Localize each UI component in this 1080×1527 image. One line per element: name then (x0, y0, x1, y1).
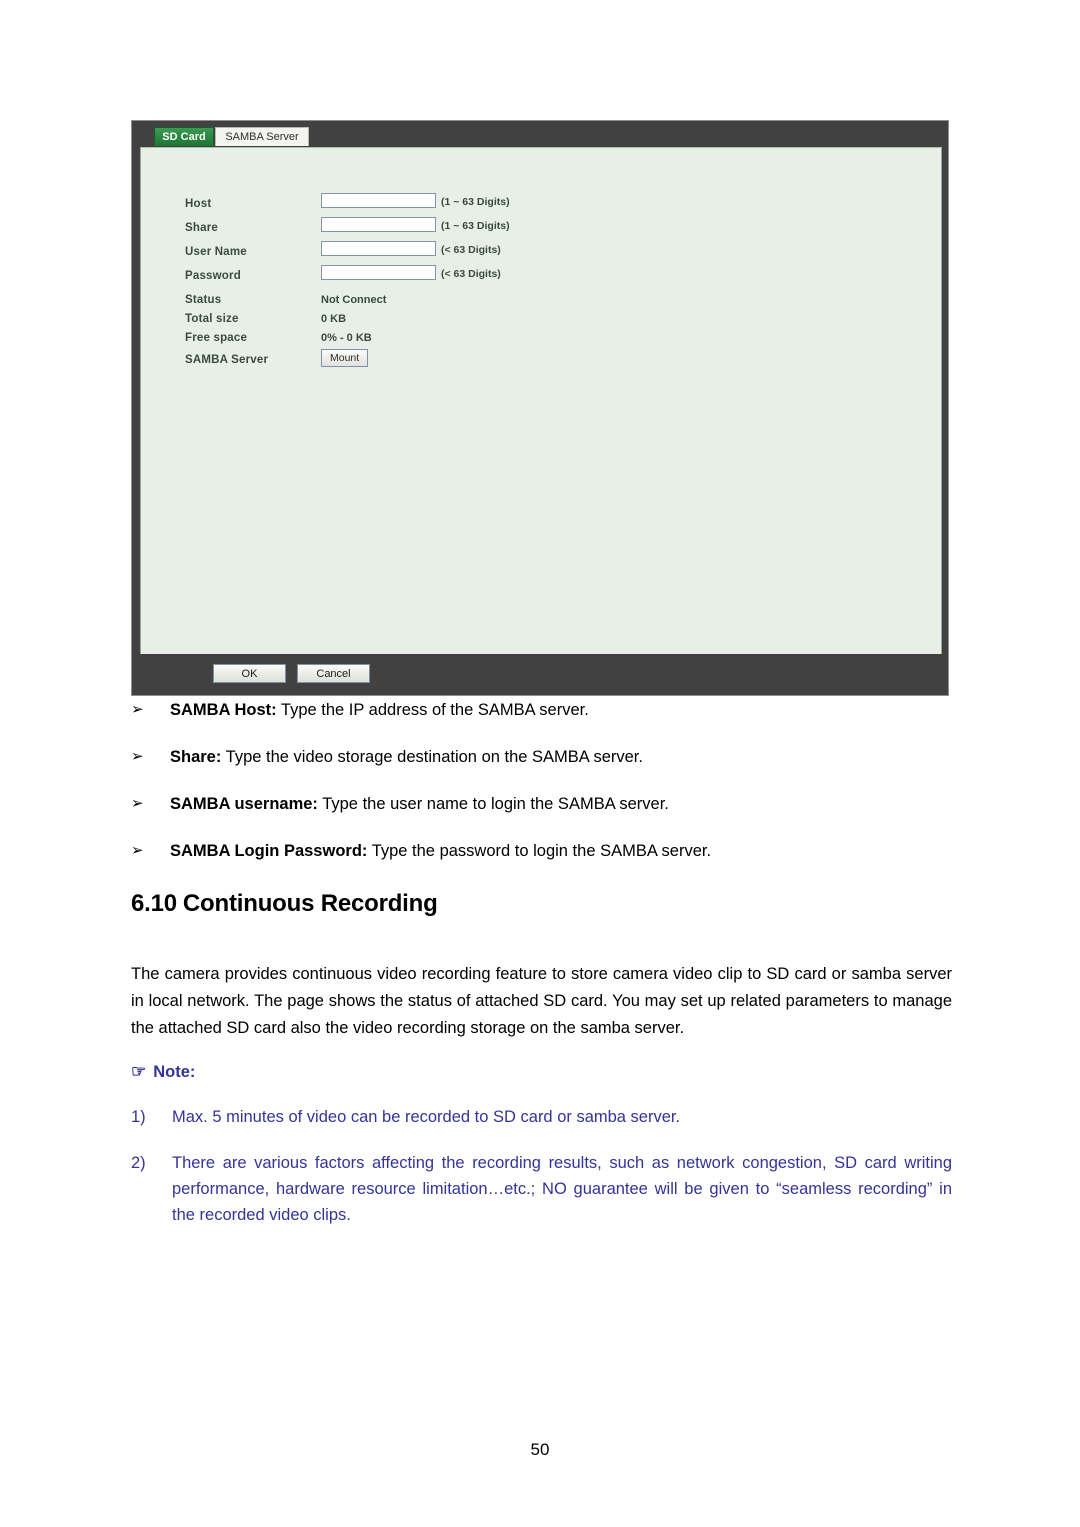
share-input[interactable] (321, 217, 436, 232)
samba-field-description-list: ➢ SAMBA Host: Type the IP address of the… (131, 700, 951, 888)
arrow-bullet-icon: ➢ (131, 701, 144, 718)
tab-bar: SD Card SAMBA Server (132, 121, 948, 147)
list-item-term: SAMBA Host: (170, 701, 277, 719)
body-paragraph: The camera provides continuous video rec… (131, 964, 952, 1037)
list-item-text: Type the user name to login the SAMBA se… (317, 795, 669, 813)
cancel-button[interactable]: Cancel (297, 664, 370, 683)
tab-sd-card[interactable]: SD Card (154, 127, 214, 146)
list-item: ➢ Share: Type the video storage destinat… (131, 747, 951, 767)
label-free-space: Free space (185, 332, 248, 344)
host-input[interactable] (321, 193, 436, 208)
tab-samba-server[interactable]: SAMBA Server (215, 127, 309, 146)
arrow-bullet-icon: ➢ (131, 842, 144, 859)
note-marker: 1) (131, 1108, 146, 1126)
user-name-input[interactable] (321, 241, 436, 256)
list-item-text: Type the IP address of the SAMBA server. (276, 701, 589, 719)
form-row-host: Host (1 ~ 63 Digits) (185, 193, 605, 219)
note-text: There are various factors affecting the … (172, 1154, 952, 1224)
hint-user-name: (< 63 Digits) (441, 244, 501, 256)
list-item: ➢ SAMBA Login Password: Type the passwor… (131, 841, 951, 861)
note-marker: 2) (131, 1154, 146, 1172)
ok-button[interactable]: OK (213, 664, 286, 683)
samba-settings-form: Host (1 ~ 63 Digits) Share (1 ~ 63 Digit… (185, 193, 605, 375)
form-row-share: Share (1 ~ 63 Digits) (185, 217, 605, 243)
note-text: Max. 5 minutes of video can be recorded … (172, 1108, 681, 1126)
label-password: Password (185, 270, 241, 282)
label-host: Host (185, 198, 212, 210)
section-title: Continuous Recording (182, 890, 438, 917)
settings-panel: Host (1 ~ 63 Digits) Share (1 ~ 63 Digit… (140, 147, 942, 656)
form-row-status: Status Not Connect (185, 291, 605, 310)
form-row-password: Password (< 63 Digits) (185, 265, 605, 291)
section-number: 6.10 (131, 890, 177, 917)
label-share: Share (185, 222, 218, 234)
hint-share: (1 ~ 63 Digits) (441, 220, 510, 232)
list-item-text: Type the video storage destination on th… (221, 748, 643, 766)
list-item: ➢ SAMBA username: Type the user name to … (131, 794, 951, 814)
list-item-term: SAMBA username: (170, 795, 318, 813)
form-row-total-size: Total size 0 KB (185, 310, 605, 329)
form-row-free-space: Free space 0% - 0 KB (185, 329, 605, 348)
form-row-user-name: User Name (< 63 Digits) (185, 241, 605, 267)
label-samba-server: SAMBA Server (185, 354, 269, 366)
dialog-footer: OK Cancel (132, 654, 948, 695)
list-item: ➢ SAMBA Host: Type the IP address of the… (131, 700, 951, 720)
section-heading: 6.10 Continuous Recording (131, 890, 438, 918)
pointing-hand-icon: ☞ (131, 1062, 147, 1081)
form-row-samba-server: SAMBA Server Mount (185, 349, 605, 375)
note-title: Note: (153, 1063, 196, 1081)
label-status: Status (185, 294, 222, 306)
camera-web-ui-screenshot: SD Card SAMBA Server Host (1 ~ 63 Digits… (131, 120, 949, 696)
arrow-bullet-icon: ➢ (131, 795, 144, 812)
status-value: Not Connect (321, 294, 387, 306)
label-user-name: User Name (185, 246, 247, 258)
note-heading: ☞ Note: (131, 1061, 195, 1083)
note-list: 1) Max. 5 minutes of video can be record… (131, 1104, 952, 1248)
hint-password: (< 63 Digits) (441, 268, 501, 280)
password-input[interactable] (321, 265, 436, 280)
list-item: 1) Max. 5 minutes of video can be record… (131, 1104, 952, 1130)
page-number: 50 (530, 1440, 550, 1459)
total-size-value: 0 KB (321, 313, 347, 325)
arrow-bullet-icon: ➢ (131, 748, 144, 765)
list-item: 2) There are various factors affecting t… (131, 1150, 952, 1228)
list-item-term: SAMBA Login Password: (170, 842, 368, 860)
mount-button[interactable]: Mount (321, 349, 369, 367)
list-item-term: Share: (170, 748, 222, 766)
list-item-text: Type the password to login the SAMBA ser… (367, 842, 712, 860)
label-total-size: Total size (185, 313, 239, 325)
hint-host: (1 ~ 63 Digits) (441, 196, 510, 208)
free-space-value: 0% - 0 KB (321, 332, 372, 344)
